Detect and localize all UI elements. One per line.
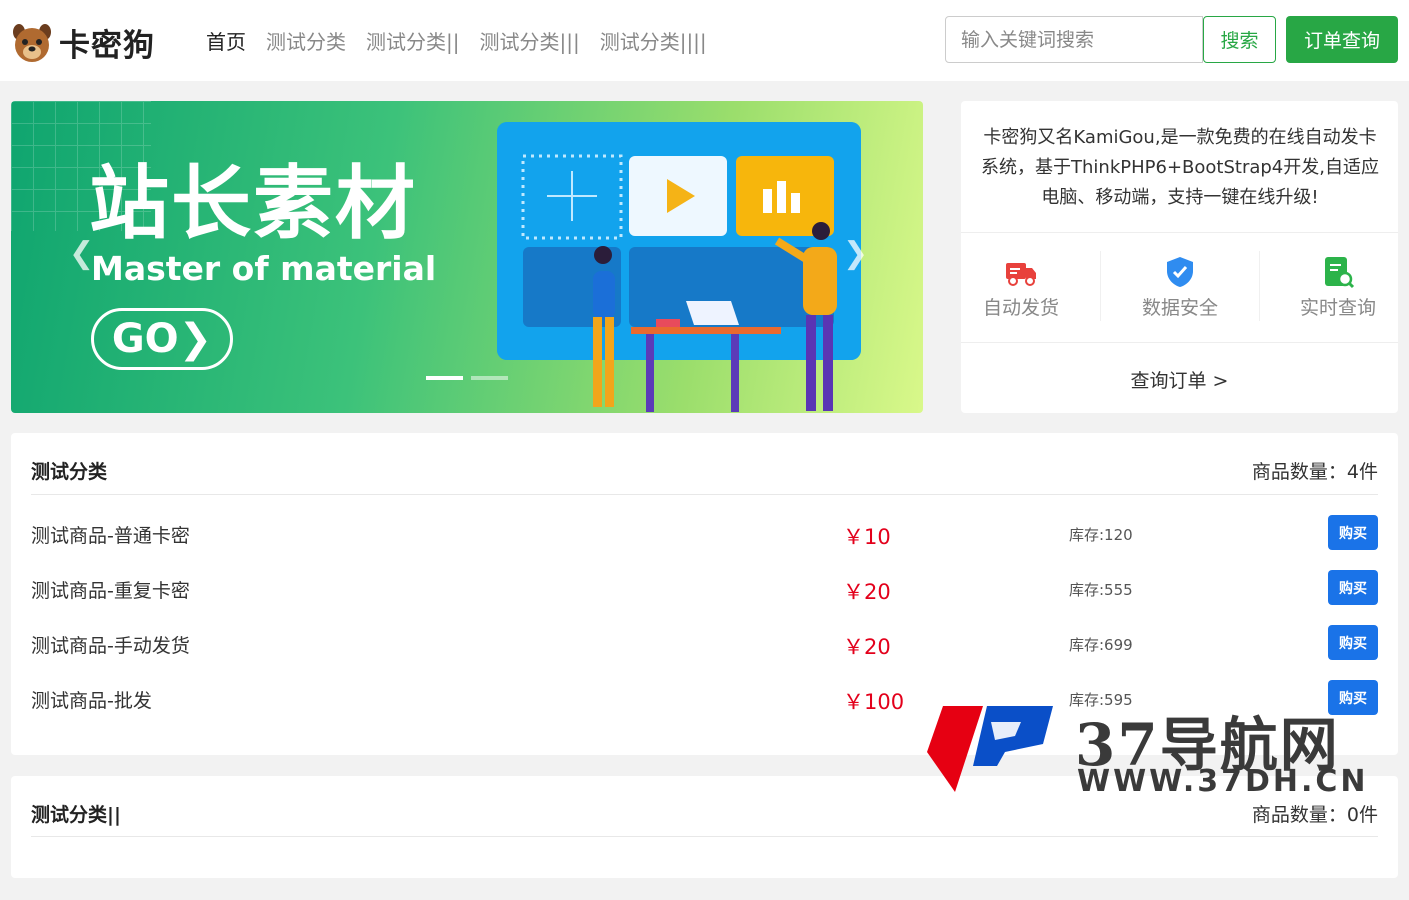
category-title: 测试分类|| bbox=[31, 804, 121, 826]
product-price: ￥10 bbox=[843, 525, 891, 549]
product-name[interactable]: 测试商品-批发 bbox=[31, 686, 152, 713]
carousel-next-icon[interactable]: ❯ bbox=[843, 236, 868, 271]
watermark-logo-icon bbox=[927, 706, 1053, 792]
divider bbox=[31, 494, 1378, 495]
logo-text: 卡密狗 bbox=[59, 28, 155, 64]
site-description: 卡密狗又名KamiGou,是一款免费的在线自动发卡系统，基于ThinkPHP6+… bbox=[981, 127, 1379, 208]
carousel-prev-icon[interactable]: ❮ bbox=[69, 236, 94, 271]
divider bbox=[961, 342, 1398, 343]
product-price: ￥20 bbox=[843, 580, 891, 604]
feature-label: 数据安全 bbox=[1141, 297, 1218, 319]
product-count: 商品数量：4件 bbox=[1251, 461, 1378, 483]
product-stock: 库存:120 bbox=[1069, 526, 1133, 544]
buy-button[interactable]: 购买 bbox=[1328, 570, 1378, 605]
search-button[interactable]: 搜索 bbox=[1203, 16, 1276, 63]
main-nav: 首页 测试分类 测试分类|| 测试分类||| 测试分类|||| bbox=[206, 26, 727, 55]
top-header: 卡密狗 首页 测试分类 测试分类|| 测试分类||| 测试分类|||| 搜索 订… bbox=[0, 0, 1409, 81]
dog-logo-icon bbox=[13, 23, 51, 62]
site-logo[interactable]: 卡密狗 bbox=[11, 20, 155, 65]
product-name[interactable]: 测试商品-手动发货 bbox=[31, 631, 190, 658]
feature-data-security: 数据安全 bbox=[1120, 255, 1240, 320]
truck-icon bbox=[1006, 263, 1036, 286]
buy-button[interactable]: 购买 bbox=[1328, 515, 1378, 550]
product-stock: 库存:699 bbox=[1069, 636, 1133, 654]
search-doc-icon bbox=[1325, 257, 1355, 289]
banner-carousel[interactable]: 站长素材 Master of material GO❯ ❮ ❯ bbox=[11, 101, 923, 413]
product-row: 测试商品-普通卡密 ￥10 库存:120 购买 bbox=[31, 515, 1378, 551]
banner-go-button[interactable]: GO❯ bbox=[91, 308, 233, 370]
banner-illustration bbox=[497, 122, 861, 412]
divider bbox=[31, 836, 1378, 837]
site-info-card: 卡密狗又名KamiGou,是一款免费的在线自动发卡系统，基于ThinkPHP6+… bbox=[961, 101, 1398, 413]
product-price: ￥20 bbox=[843, 635, 891, 659]
order-query-button[interactable]: 订单查询 bbox=[1286, 16, 1398, 63]
product-name[interactable]: 测试商品-重复卡密 bbox=[31, 576, 190, 603]
nav-item-category-3[interactable]: 测试分类||| bbox=[479, 26, 579, 55]
carousel-indicator-2[interactable] bbox=[471, 376, 508, 380]
feature-realtime-query: 实时查询 bbox=[1278, 255, 1398, 320]
divider bbox=[961, 232, 1398, 233]
divider bbox=[1259, 251, 1260, 321]
product-stock: 库存:555 bbox=[1069, 581, 1133, 599]
buy-button[interactable]: 购买 bbox=[1328, 625, 1378, 660]
feature-label: 自动发货 bbox=[982, 297, 1059, 319]
product-price: ￥100 bbox=[843, 690, 905, 714]
feature-auto-delivery: 自动发货 bbox=[961, 255, 1081, 320]
nav-item-home[interactable]: 首页 bbox=[206, 26, 246, 55]
search-input[interactable] bbox=[945, 16, 1203, 63]
watermark: 37导航网 WWW.37DH.CN bbox=[925, 698, 1409, 808]
banner-title: 站长素材 bbox=[89, 157, 417, 250]
nav-item-category-1[interactable]: 测试分类 bbox=[266, 26, 346, 55]
feature-label: 实时查询 bbox=[1299, 297, 1376, 319]
watermark-url: WWW.37DH.CN bbox=[1077, 764, 1369, 799]
banner-subtitle: Master of material bbox=[91, 249, 437, 288]
nav-item-category-4[interactable]: 测试分类|||| bbox=[600, 26, 707, 55]
divider bbox=[1100, 251, 1101, 321]
nav-item-category-2[interactable]: 测试分类|| bbox=[366, 26, 459, 55]
query-order-link[interactable]: 查询订单 > bbox=[961, 366, 1398, 393]
carousel-indicator-1[interactable] bbox=[426, 376, 463, 380]
product-name[interactable]: 测试商品-普通卡密 bbox=[31, 521, 190, 548]
category-title: 测试分类 bbox=[31, 461, 108, 483]
product-row: 测试商品-手动发货 ￥20 库存:699 购买 bbox=[31, 625, 1378, 661]
product-row: 测试商品-重复卡密 ￥20 库存:555 购买 bbox=[31, 570, 1378, 606]
shield-check-icon bbox=[1167, 257, 1193, 287]
